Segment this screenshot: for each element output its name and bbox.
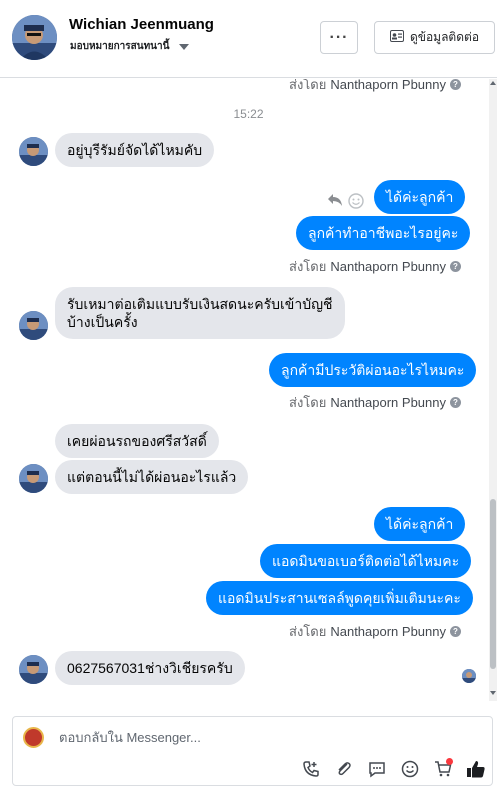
sent-by-prefix: ส่งโดย: [289, 259, 327, 274]
like-icon[interactable]: [464, 758, 487, 780]
saved-reply-icon[interactable]: [365, 758, 388, 780]
contact-avatar-small: [19, 655, 48, 684]
contact-avatar-small: [19, 311, 48, 340]
reply-input[interactable]: [59, 730, 359, 745]
scroll-thumb[interactable]: [490, 499, 496, 669]
chevron-down-icon: [179, 43, 190, 50]
attach-icon[interactable]: [332, 758, 355, 780]
contact-avatar[interactable]: [12, 15, 57, 60]
call-icon[interactable]: [299, 758, 322, 780]
page-avatar-icon: [23, 727, 44, 748]
sender-name: Nanthaporn Pbunny: [330, 624, 446, 639]
thread-scrollbar[interactable]: [489, 79, 497, 701]
message-thread[interactable]: ส่งโดย Nanthaporn Pbunny ? 15:22 อยู่บุร…: [0, 79, 489, 701]
reply-composer: [12, 716, 493, 786]
message-line: บ้างเป็นครั้ง: [67, 314, 138, 330]
seen-avatar: [462, 669, 476, 683]
incoming-message[interactable]: 0627567031ช่างวิเชียรครับ: [55, 651, 245, 685]
outgoing-message[interactable]: ได้ค่ะลูกค้า: [374, 180, 466, 214]
assign-conversation-dropdown[interactable]: มอบหมายการสนทนานี้: [70, 39, 190, 54]
help-icon[interactable]: ?: [450, 79, 461, 90]
sender-name: Nanthaporn Pbunny: [330, 259, 446, 274]
sent-by-line: ส่งโดย Nanthaporn Pbunny ?: [289, 256, 461, 277]
incoming-message[interactable]: อยู่บุรีรัมย์จัดได้ไหมคับ: [55, 133, 215, 167]
help-icon[interactable]: ?: [450, 626, 461, 637]
outgoing-message[interactable]: ลูกค้าทำอาชีพอะไรอยู่คะ: [296, 216, 471, 250]
scroll-up-arrow[interactable]: [490, 81, 496, 85]
view-contact-button[interactable]: ดูข้อมูลติดต่อ: [374, 21, 495, 54]
timestamp: 15:22: [233, 107, 264, 121]
sender-name: Nanthaporn Pbunny: [330, 395, 446, 410]
more-options-button[interactable]: ···: [320, 21, 358, 54]
cart-icon[interactable]: [431, 758, 454, 780]
contact-avatar-small: [19, 464, 48, 493]
incoming-message[interactable]: แต่ตอนนี้ไม่ได้ผ่อนอะไรแล้ว: [55, 460, 249, 494]
notification-dot: [446, 758, 453, 765]
contact-avatar-small: [19, 137, 48, 166]
sent-by-prefix: ส่งโดย: [289, 79, 327, 92]
sent-by-prefix: ส่งโดย: [289, 624, 327, 639]
contact-card-icon: [389, 30, 404, 45]
composer-toolbar: [299, 758, 487, 780]
outgoing-message[interactable]: แอดมินประสานเซลล์พูดคุยเพิ่มเติมนะคะ: [206, 581, 473, 615]
reply-icon[interactable]: [327, 193, 343, 212]
help-icon[interactable]: ?: [450, 397, 461, 408]
sent-by-line: ส่งโดย Nanthaporn Pbunny ?: [289, 79, 461, 95]
sent-by-line: ส่งโดย Nanthaporn Pbunny ?: [289, 621, 461, 642]
contact-name[interactable]: Wichian Jeenmuang: [69, 16, 214, 33]
sent-by-line: ส่งโดย Nanthaporn Pbunny ?: [289, 392, 461, 413]
message-line: รับเหมาต่อเติมแบบรับเงินสดนะครับเข้าบัญช…: [67, 296, 333, 312]
view-contact-label: ดูข้อมูลติดต่อ: [409, 30, 480, 44]
scroll-down-arrow[interactable]: [490, 691, 496, 695]
sender-name: Nanthaporn Pbunny: [330, 79, 446, 92]
assign-label: มอบหมายการสนทนานี้: [70, 41, 170, 52]
incoming-message[interactable]: รับเหมาต่อเติมแบบรับเงินสดนะครับเข้าบัญช…: [55, 287, 345, 339]
sent-by-prefix: ส่งโดย: [289, 395, 327, 410]
emoji-icon[interactable]: [398, 758, 421, 780]
outgoing-message[interactable]: ลูกค้ามีประวัติผ่อนอะไรไหมคะ: [269, 353, 477, 387]
conversation-header: Wichian Jeenmuang มอบหมายการสนทนานี้ ···…: [0, 0, 497, 78]
outgoing-message[interactable]: แอดมินขอเบอร์ติดต่อได้ไหมคะ: [260, 544, 472, 578]
outgoing-message[interactable]: ได้ค่ะลูกค้า: [374, 507, 466, 541]
help-icon[interactable]: ?: [450, 261, 461, 272]
emoji-react-icon[interactable]: [348, 193, 364, 214]
incoming-message[interactable]: เคยผ่อนรถของศรีสวัสดิ์: [55, 424, 219, 458]
